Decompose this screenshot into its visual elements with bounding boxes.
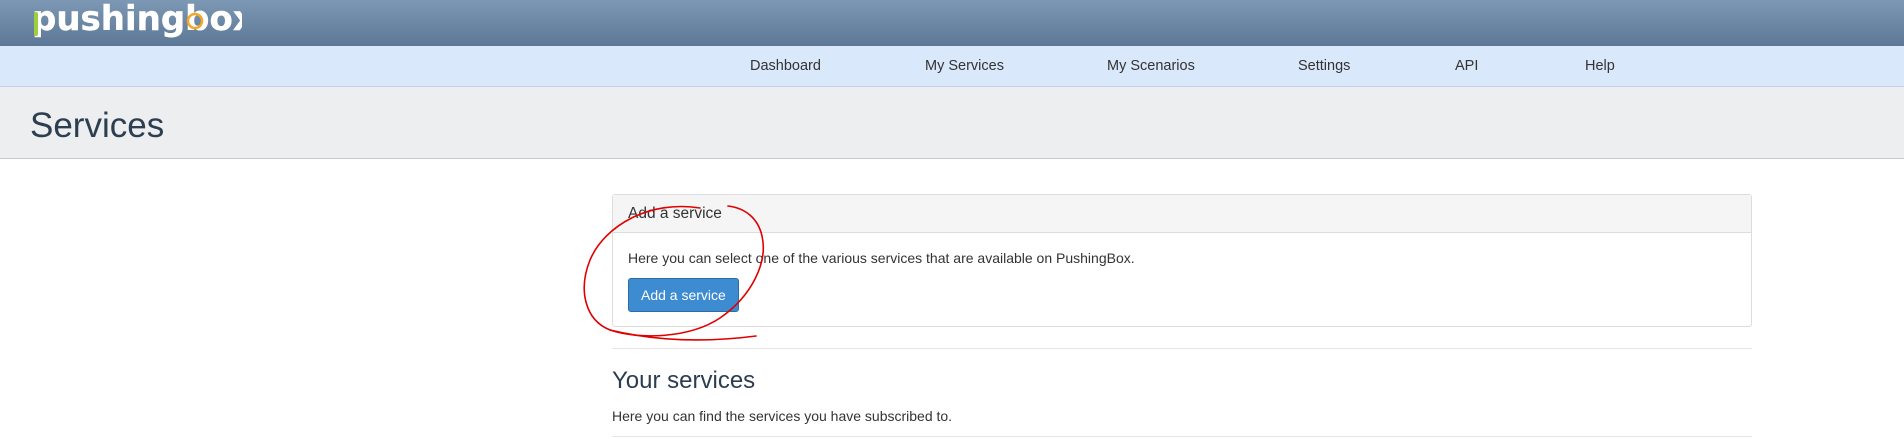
- your-services-title: Your services: [612, 367, 756, 394]
- page-title: Services: [30, 106, 165, 145]
- pushingbox-logo[interactable]: pushingbox: [32, 0, 242, 46]
- logo-text: pushingbox: [32, 0, 242, 39]
- nav-settings[interactable]: Settings: [1298, 46, 1350, 86]
- add-service-description: Here you can select one of the various s…: [628, 250, 1135, 266]
- nav-help[interactable]: Help: [1585, 46, 1615, 86]
- your-services-description: Here you can find the services you have …: [612, 408, 953, 424]
- add-service-panel: Add a service Here you can select one of…: [612, 194, 1752, 327]
- section-divider: [612, 348, 1752, 349]
- add-service-panel-body: Here you can select one of the various s…: [613, 233, 1751, 327]
- logo-accent-green: [34, 12, 38, 36]
- main-navbar: Dashboard My Services My Scenarios Setti…: [0, 46, 1904, 87]
- nav-my-scenarios[interactable]: My Scenarios: [1107, 46, 1195, 86]
- nav-my-services[interactable]: My Services: [925, 46, 1004, 86]
- add-service-button[interactable]: Add a service: [628, 278, 739, 312]
- nav-dashboard[interactable]: Dashboard: [750, 46, 821, 86]
- add-service-panel-heading: Add a service: [613, 195, 1751, 233]
- brand-bar: pushingbox: [0, 0, 1904, 47]
- page-header: Services: [0, 87, 1904, 159]
- section-divider-bottom: [612, 436, 1752, 437]
- nav-api[interactable]: API: [1455, 46, 1478, 86]
